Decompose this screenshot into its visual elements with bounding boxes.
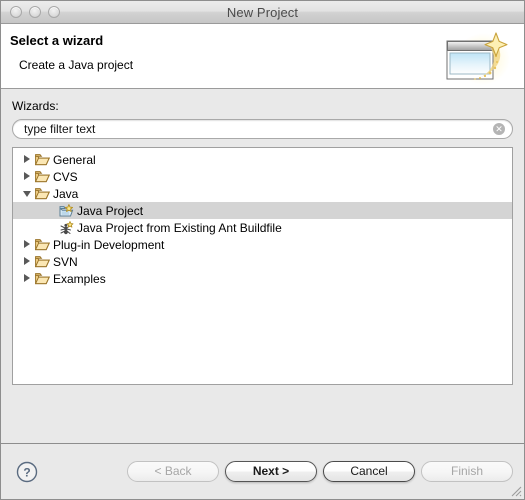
window-controls <box>10 6 60 18</box>
tree-row-label: Java Project from Existing Ant Buildfile <box>77 220 282 235</box>
close-button[interactable] <box>10 6 22 18</box>
tree-row[interactable]: Plug-in Development <box>13 236 512 253</box>
folder-icon <box>35 188 50 200</box>
resize-grip[interactable] <box>508 483 522 497</box>
clear-icon[interactable]: ✕ <box>493 123 505 135</box>
search-input[interactable] <box>13 120 512 138</box>
tree-row-label: General <box>53 152 96 167</box>
java-project-icon <box>59 203 74 216</box>
help-button[interactable]: ? <box>16 461 38 483</box>
dialog-buttons: < Back Next > Cancel Finish <box>127 461 513 482</box>
svg-text:?: ? <box>23 465 30 479</box>
tree-row-label: CVS <box>53 169 78 184</box>
twisty-closed-icon[interactable] <box>23 155 32 164</box>
folder-icon <box>35 273 50 285</box>
cancel-button[interactable]: Cancel <box>323 461 415 482</box>
tree-row[interactable]: CVS <box>13 168 512 185</box>
tree-row[interactable]: Java Project <box>13 202 512 219</box>
window-title: New Project <box>226 4 299 20</box>
twisty-open-icon[interactable] <box>23 189 32 198</box>
minimize-button[interactable] <box>29 6 41 18</box>
title-bar: New Project <box>1 1 524 24</box>
tree-row-label: Java Project <box>77 203 144 218</box>
twisty-closed-icon[interactable] <box>23 257 32 266</box>
zoom-button[interactable] <box>48 6 60 18</box>
dialog-content: Wizards: ✕ General CVS Java Java Project Jav… <box>1 89 524 443</box>
tree-row-label: Plug-in Development <box>53 237 165 252</box>
wizard-tree[interactable]: General CVS Java Java Project Java Project f… <box>12 147 513 385</box>
new-project-wizard-icon <box>446 32 510 85</box>
tree-row-label: Examples <box>53 271 106 286</box>
button-bar: ? < Back Next > Cancel Finish <box>1 444 524 499</box>
twisty-closed-icon[interactable] <box>23 274 32 283</box>
folder-icon <box>35 154 50 166</box>
next-button[interactable]: Next > <box>225 461 317 482</box>
twisty-closed-icon[interactable] <box>23 240 32 249</box>
tree-row-label: Java <box>53 186 79 201</box>
folder-icon <box>35 256 50 268</box>
filter-field[interactable]: ✕ <box>12 119 513 139</box>
wizards-label: Wizards: <box>12 99 59 113</box>
folder-icon <box>35 171 50 183</box>
tree-row[interactable]: Examples <box>13 270 512 287</box>
ant-icon <box>60 220 74 234</box>
finish-button[interactable]: Finish <box>421 461 513 482</box>
wizard-header: Select a wizard Create a Java project <box>1 24 524 89</box>
tree-row[interactable]: SVN <box>13 253 512 270</box>
twisty-closed-icon[interactable] <box>23 172 32 181</box>
new-project-dialog: New Project Select a wizard Create a Jav… <box>0 0 525 500</box>
back-button[interactable]: < Back <box>127 461 219 482</box>
tree-row-label: SVN <box>53 254 78 269</box>
tree-row[interactable]: General <box>13 151 512 168</box>
tree-row[interactable]: Java <box>13 185 512 202</box>
tree-row[interactable]: Java Project from Existing Ant Buildfile <box>13 219 512 236</box>
folder-icon <box>35 239 50 251</box>
